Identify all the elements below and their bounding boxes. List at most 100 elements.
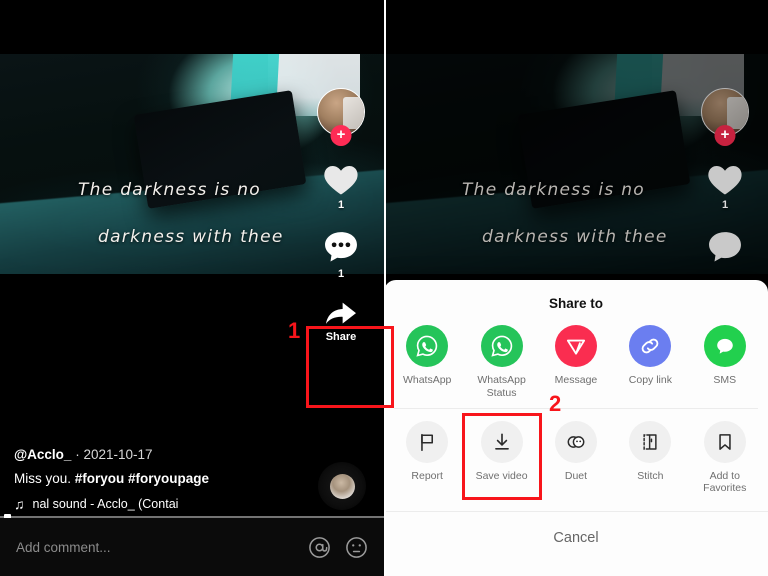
right-panel-share-screen: The darkness is no darkness with thee + … bbox=[384, 0, 768, 576]
share-sheet: Share to WhatsApp WhatsApp Status Messag… bbox=[384, 280, 768, 576]
share-target-label: WhatsApp bbox=[402, 374, 452, 386]
share-action-label: Save video bbox=[475, 469, 528, 482]
stitch-icon-circle bbox=[629, 420, 672, 463]
comment-count: 1 bbox=[337, 268, 345, 280]
video-bokeh-dot bbox=[256, 166, 266, 176]
video-bokeh-dot bbox=[640, 166, 650, 176]
creator-avatar-wrap[interactable]: + bbox=[317, 88, 365, 146]
at-sign-icon[interactable] bbox=[308, 536, 331, 559]
action-rail-dimmed: + 1 bbox=[692, 88, 758, 283]
share-actions-row: Report Save video Duet Stitch Add to Fav… bbox=[384, 409, 768, 502]
stitch-scissors-icon bbox=[643, 433, 657, 450]
video-bokeh-dot bbox=[652, 106, 660, 114]
video-description: Miss you. #foryou #foryoupage bbox=[14, 471, 264, 486]
comment-icon bbox=[325, 232, 357, 262]
video-bokeh-dot bbox=[248, 110, 259, 121]
duet-circles-icon bbox=[567, 435, 585, 448]
share-action-label: Duet bbox=[564, 469, 588, 482]
share-target-whatsapp-status[interactable]: WhatsApp Status bbox=[468, 325, 536, 400]
action-rail: + 1 1 Share bbox=[308, 88, 374, 343]
share-target-message[interactable]: Message bbox=[542, 325, 610, 387]
share-action-report[interactable]: Report bbox=[393, 420, 461, 483]
post-date-separator: · bbox=[75, 447, 80, 462]
follow-plus-icon[interactable]: + bbox=[330, 125, 352, 146]
report-icon-circle bbox=[406, 420, 449, 463]
share-action-label: Stitch bbox=[637, 469, 664, 482]
like-button[interactable]: 1 bbox=[322, 162, 360, 211]
share-action-label: Add to Favorites bbox=[703, 469, 747, 495]
music-row[interactable]: ♫ nal sound - Acclo_ (Contai bbox=[14, 496, 264, 512]
flag-icon bbox=[421, 433, 434, 451]
share-action-add-to-favorites[interactable]: Add to Favorites bbox=[691, 420, 759, 496]
post-date: 2021-10-17 bbox=[83, 447, 153, 462]
panel-divider bbox=[384, 0, 386, 576]
music-note-icon: ♫ bbox=[14, 496, 25, 512]
whatsapp-status-icon bbox=[490, 335, 512, 357]
comment-input[interactable]: Add comment... bbox=[16, 540, 308, 555]
annotation-number-1: 1 bbox=[288, 318, 301, 343]
message-icon-circle bbox=[554, 325, 597, 367]
hashtag-foryoupage[interactable]: #foryoupage bbox=[128, 471, 209, 486]
copy-link-icon-circle bbox=[629, 325, 672, 367]
heart-icon bbox=[324, 166, 358, 195]
link-chain-icon bbox=[642, 338, 659, 354]
music-disc-art bbox=[329, 473, 355, 499]
share-targets-row: WhatsApp WhatsApp Status Message Copy li… bbox=[384, 313, 768, 408]
share-target-label: Copy link bbox=[628, 374, 672, 386]
share-target-label: Message bbox=[554, 374, 598, 386]
like-count: 1 bbox=[337, 199, 345, 211]
emoji-face-icon[interactable] bbox=[345, 536, 368, 559]
music-title[interactable]: nal sound - Acclo_ (Contai bbox=[33, 497, 179, 511]
duet-icon-circle bbox=[554, 420, 597, 463]
video-bokeh-dot bbox=[632, 110, 643, 121]
share-button[interactable]: Share bbox=[323, 298, 359, 343]
cancel-button[interactable]: Cancel bbox=[384, 512, 768, 546]
video-bokeh-dot bbox=[268, 106, 276, 114]
sms-bubble-icon bbox=[716, 338, 733, 354]
comment-icon bbox=[709, 232, 741, 262]
share-target-sms[interactable]: SMS bbox=[691, 325, 759, 387]
whatsapp-icon-circle bbox=[406, 325, 449, 367]
share-target-copy-link[interactable]: Copy link bbox=[616, 325, 684, 387]
like-count: 1 bbox=[721, 199, 729, 211]
whatsapp-icon bbox=[416, 335, 438, 357]
comment-button[interactable] bbox=[706, 229, 744, 265]
whatsapp-status-icon-circle bbox=[480, 325, 523, 367]
description-text: Miss you. bbox=[14, 471, 75, 486]
comment-button[interactable]: 1 bbox=[322, 229, 360, 280]
share-action-duet[interactable]: Duet bbox=[542, 420, 610, 483]
creator-avatar-wrap[interactable]: + bbox=[701, 88, 749, 146]
video-teal-bar bbox=[610, 54, 664, 174]
screenshot-root: The darkness is no darkness with thee + … bbox=[0, 0, 768, 576]
save-video-icon-circle bbox=[480, 420, 523, 463]
like-button[interactable]: 1 bbox=[706, 162, 744, 211]
message-send-icon bbox=[566, 339, 586, 355]
comment-bar-icons bbox=[308, 536, 368, 559]
hashtag-foryou[interactable]: #foryou bbox=[75, 471, 125, 486]
share-action-label: Report bbox=[411, 469, 443, 482]
overlay-text-line-1: The darkness is no bbox=[462, 180, 645, 200]
annotation-number-2: 2 bbox=[549, 391, 562, 416]
video-teal-bar bbox=[226, 54, 280, 174]
video-meta: @Acclo_ · 2021-10-17 Miss you. #foryou #… bbox=[14, 447, 264, 512]
share-target-label: WhatsApp Status bbox=[477, 374, 526, 399]
overlay-text-line-2: darkness with thee bbox=[482, 227, 668, 247]
left-panel-video-screen: The darkness is no darkness with thee + … bbox=[0, 0, 384, 576]
download-arrow-icon bbox=[494, 433, 509, 450]
share-label: Share bbox=[325, 331, 357, 343]
share-target-label: SMS bbox=[713, 374, 737, 386]
comment-bar[interactable]: Add comment... bbox=[0, 518, 384, 576]
share-action-stitch[interactable]: Stitch bbox=[616, 420, 684, 483]
share-target-whatsapp[interactable]: WhatsApp bbox=[393, 325, 461, 387]
creator-username[interactable]: @Acclo_ bbox=[14, 447, 71, 462]
share-action-save-video[interactable]: Save video bbox=[468, 420, 536, 483]
share-arrow-icon bbox=[326, 302, 356, 324]
share-sheet-title: Share to bbox=[548, 296, 603, 311]
sms-icon-circle bbox=[703, 325, 746, 367]
creator-line[interactable]: @Acclo_ · 2021-10-17 bbox=[14, 447, 264, 462]
follow-plus-icon[interactable]: + bbox=[714, 125, 736, 146]
favorites-icon-circle bbox=[703, 420, 746, 463]
music-disc[interactable] bbox=[318, 462, 366, 510]
heart-icon bbox=[708, 166, 742, 195]
bookmark-icon bbox=[719, 433, 731, 450]
